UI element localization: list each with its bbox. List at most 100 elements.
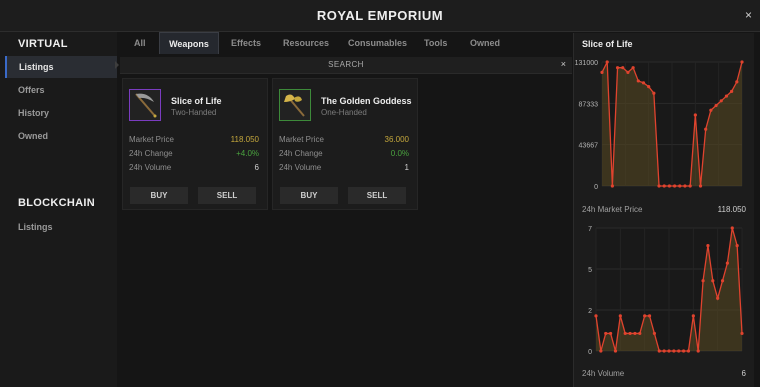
data-point: [730, 226, 734, 230]
y-tick-label: 0: [588, 349, 592, 356]
sidebar-item-blockchain-listings[interactable]: Listings: [18, 222, 53, 232]
data-point: [691, 314, 695, 318]
tab-effects[interactable]: Effects: [231, 38, 261, 48]
data-point: [714, 103, 718, 108]
tab-resources[interactable]: Resources: [283, 38, 329, 48]
data-point: [633, 331, 637, 336]
data-point: [605, 60, 609, 64]
data-point: [678, 184, 682, 188]
scythe-icon: [129, 89, 161, 121]
data-point: [638, 331, 642, 336]
data-point: [618, 314, 622, 318]
tab-tools[interactable]: Tools: [424, 38, 447, 48]
search-input[interactable]: SEARCH ×: [120, 57, 572, 74]
item-name: The Golden Goddess: [321, 96, 412, 106]
detail-panel: Slice of Life 0 43667 87333 131000 24h Mark…: [573, 33, 754, 387]
y-tick-label: 131000: [575, 60, 598, 67]
sidebar-item-offers[interactable]: Offers: [18, 85, 45, 95]
data-point: [682, 349, 686, 353]
item-subtitle: Two-Handed: [171, 108, 217, 117]
golden-axe-icon: [279, 89, 311, 121]
item-name: Slice of Life: [171, 96, 222, 106]
price-footer-label: 24h Market Price: [582, 205, 643, 214]
data-point: [683, 184, 687, 188]
item-card[interactable]: The Golden Goddess One-Handed Market Pri…: [272, 78, 418, 210]
detail-title: Slice of Life: [582, 39, 633, 49]
data-point: [740, 60, 744, 64]
data-point: [740, 331, 744, 336]
volume-footer-value: 6: [741, 369, 746, 378]
data-point: [628, 331, 632, 336]
volume-value: 1: [404, 163, 409, 172]
data-point: [701, 279, 705, 283]
data-point: [706, 243, 710, 248]
data-point: [652, 331, 656, 336]
y-tick-label: 43667: [579, 143, 599, 150]
data-point: [693, 113, 697, 117]
data-point: [688, 184, 692, 188]
window-title: ROYAL EMPORIUM: [316, 8, 444, 23]
data-point: [641, 81, 646, 85]
y-tick-label: 5: [588, 267, 592, 274]
data-point: [594, 314, 598, 318]
data-point: [647, 314, 652, 318]
volume-chart: 0 2 5 7: [588, 226, 744, 356]
data-point: [643, 314, 647, 318]
data-point: [667, 349, 671, 353]
tab-label: Weapons: [169, 39, 209, 49]
data-point: [615, 66, 620, 70]
y-tick-label: 87333: [579, 101, 599, 108]
virtual-heading: VIRTUAL: [18, 38, 68, 50]
data-point: [600, 70, 604, 75]
price-footer-value: 118.050: [717, 205, 746, 214]
change-value: 0.0%: [390, 149, 409, 158]
data-point: [609, 331, 613, 336]
clear-search-icon[interactable]: ×: [561, 59, 566, 69]
tab-owned[interactable]: Owned: [470, 38, 500, 48]
data-point: [672, 184, 677, 188]
data-point: [623, 331, 627, 336]
data-point: [610, 184, 614, 188]
data-point: [716, 296, 720, 300]
data-point: [613, 349, 618, 353]
tab-all[interactable]: All: [134, 38, 146, 48]
market-price-label: Market Price: [129, 135, 174, 144]
data-point: [672, 349, 676, 353]
data-point: [730, 89, 734, 93]
volume-label: 24h Volume: [129, 163, 172, 172]
active-indicator-arrow: [115, 61, 119, 69]
data-point: [711, 279, 715, 283]
sidebar-item-owned[interactable]: Owned: [18, 131, 48, 141]
data-point: [698, 184, 703, 188]
data-point: [686, 349, 691, 353]
sell-button[interactable]: SELL: [198, 187, 256, 204]
data-point: [652, 91, 656, 95]
data-point: [657, 184, 661, 188]
y-tick-label: 7: [588, 226, 592, 233]
tab-consumables[interactable]: Consumables: [348, 38, 407, 48]
data-point: [631, 66, 635, 70]
sidebar-item-history[interactable]: History: [18, 108, 49, 118]
y-tick-label: 2: [588, 308, 592, 315]
sidebar-item-label: Listings: [19, 62, 54, 72]
item-subtitle: One-Handed: [321, 108, 367, 117]
data-point: [724, 94, 729, 98]
change-label: 24h Change: [129, 149, 173, 158]
volume-footer-label: 24h Volume: [582, 369, 625, 378]
data-point: [725, 261, 729, 265]
data-point: [626, 70, 630, 75]
buy-button[interactable]: BUY: [280, 187, 338, 204]
sidebar: VIRTUAL Listings Offers History Owned BL…: [0, 32, 117, 387]
price-chart: 0 43667 87333 131000: [575, 60, 744, 191]
data-point: [719, 99, 723, 103]
buy-button[interactable]: BUY: [130, 187, 188, 204]
sidebar-item-listings[interactable]: Listings: [5, 56, 117, 78]
tab-weapons[interactable]: Weapons: [159, 32, 219, 54]
sell-button[interactable]: SELL: [348, 187, 406, 204]
item-card[interactable]: Slice of Life Two-Handed Market Price 11…: [122, 78, 268, 210]
data-point: [662, 184, 666, 188]
volume-label: 24h Volume: [279, 163, 322, 172]
market-price-label: Market Price: [279, 135, 324, 144]
data-point: [621, 66, 625, 70]
close-icon[interactable]: ×: [745, 8, 752, 22]
